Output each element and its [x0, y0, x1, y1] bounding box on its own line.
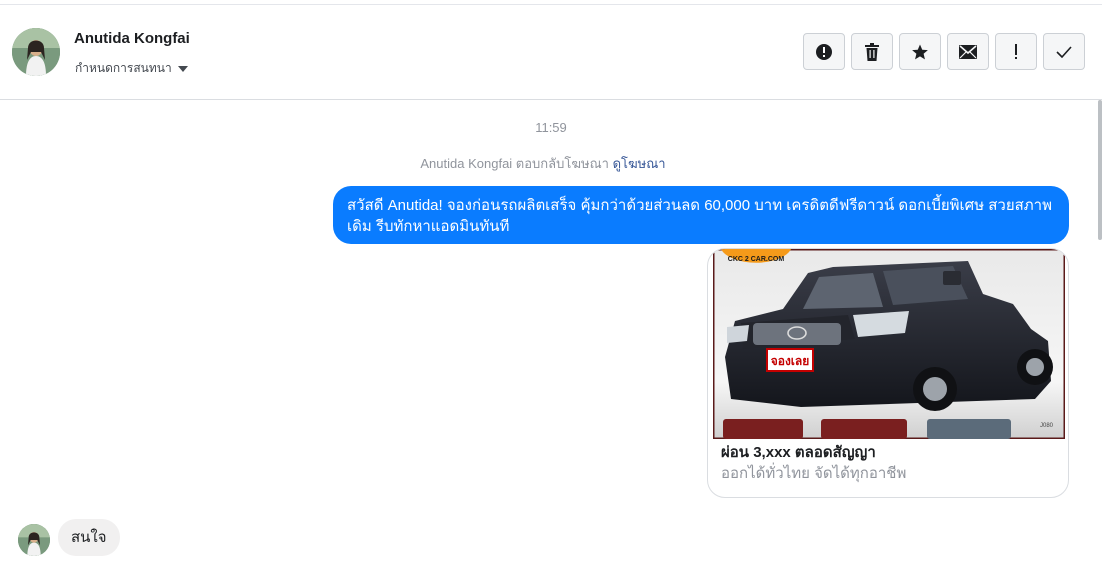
ad-reply-text: Anutida Kongfai ตอบกลับโฆษณา [420, 156, 609, 171]
message-timestamp: 11:59 [535, 120, 567, 135]
outgoing-message-bubble: สวัสดี Anutida! จองก่อนรถผลิตเสร็จ คุ้มก… [333, 186, 1069, 244]
report-button[interactable] [803, 33, 845, 70]
header-actions [803, 33, 1085, 70]
ad-image-corner-text: J080 [1040, 423, 1054, 429]
star-icon [911, 43, 929, 61]
envelope-icon [959, 44, 977, 59]
delete-button[interactable] [851, 33, 893, 70]
mark-done-button[interactable] [1043, 33, 1085, 70]
trash-icon [864, 42, 880, 61]
caret-down-icon [177, 65, 188, 72]
ad-image-badge-text: จองเลย [771, 354, 810, 368]
conversation-settings-label: กำหนดการสนทนา [75, 61, 172, 75]
conversation-settings-dropdown[interactable]: กำหนดการสนทนา [75, 59, 188, 78]
ad-image-pickup-truck: CKC 2 CAR.COM จองเลย J080 [711, 249, 1067, 441]
contact-name[interactable]: Anutida Kongfai [74, 30, 190, 47]
exclamation-icon [1013, 43, 1019, 61]
sender-avatar[interactable] [18, 524, 50, 556]
view-ad-link[interactable]: ดูโฆษณา [613, 156, 666, 171]
ad-card[interactable]: CKC 2 CAR.COM จองเลย J080 ผ่อน 3,xxx ตลอ… [707, 248, 1069, 498]
follow-up-button[interactable] [995, 33, 1037, 70]
conversation-header: Anutida Kongfai กำหนดการสนทนา [0, 5, 1102, 100]
incoming-message-bubble: สนใจ [58, 519, 120, 556]
contact-avatar[interactable] [12, 28, 60, 76]
alert-circle-icon [815, 43, 833, 61]
ad-subtitle: ออกได้ทั่วไทย จัดได้ทุกอาชีพ [721, 465, 907, 482]
ad-reply-notice: Anutida Kongfai ตอบกลับโฆษณา ดูโฆษณา [0, 153, 1086, 174]
ad-image-logo-text: CKC 2 CAR.COM [728, 256, 785, 263]
checkmark-icon [1056, 45, 1072, 58]
star-button[interactable] [899, 33, 941, 70]
mark-unread-button[interactable] [947, 33, 989, 70]
